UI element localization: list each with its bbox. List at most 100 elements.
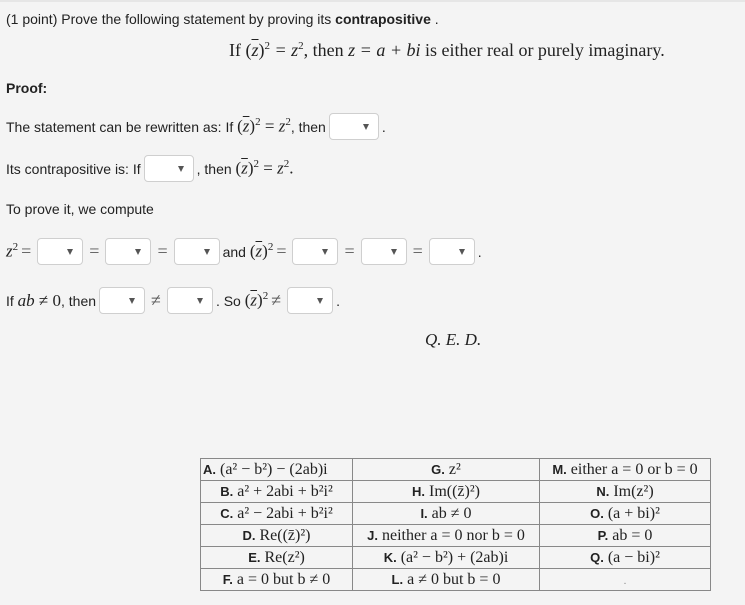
option-expression: ab ≠ 0: [427, 504, 472, 522]
options-row: A. (a² − b²) − (2ab)i G. z² M. either a = …: [200, 458, 711, 481]
option-expression: z²: [444, 460, 461, 478]
ne-left-dropdown[interactable]: [99, 287, 146, 314]
option-cell: L. a ≠ 0 but b = 0: [352, 568, 540, 591]
zbar2-step2-dropdown[interactable]: [360, 238, 407, 265]
option-cell: M. either a = 0 or b = 0: [539, 458, 711, 481]
options-row: C. a² − 2abi + b²i² I. ab ≠ 0 O. (a + bi)²: [200, 502, 711, 525]
so-ne-dropdown[interactable]: [287, 287, 334, 314]
option-expression: ab = 0: [608, 526, 653, 544]
proof-title: Proof:: [6, 80, 48, 96]
contrapositive-prefix: Its contrapositive is: If: [6, 160, 141, 177]
option-label: O.: [590, 505, 604, 521]
rewritten-prefix: The statement can be rewritten as: If: [6, 118, 234, 135]
chevron-down-icon: [129, 298, 136, 304]
qed-text: Q. E. D.: [425, 330, 482, 349]
option-cell: G. z²: [352, 458, 540, 481]
options-row: D. Re((z̄)²) J. neither a = 0 nor b = 0 P.…: [200, 524, 711, 547]
option-label: I.: [420, 505, 428, 521]
option-expression: neither a = 0 nor b = 0: [377, 526, 525, 544]
option-label: J.: [367, 527, 378, 543]
if-text: If: [6, 292, 14, 309]
then-text: , then: [61, 292, 97, 309]
option-label: F.: [222, 571, 233, 587]
proof-line-ne: If ab ≠ 0 , then ≠ . So (z)2 ≠ .: [6, 287, 340, 314]
option-expression: a² − 2abi + b²i²: [233, 504, 333, 522]
option-expression: either a = 0 or b = 0: [566, 460, 698, 478]
instruction-text: Prove the following statement by proving…: [61, 11, 332, 27]
options-row: B. a² + 2abi + b²i² H. Im((z̄)²) N. Im(z²): [200, 480, 711, 503]
options-row: E. Re(z²) K. (a² − b²) + (2ab)i Q. (a − bi…: [200, 546, 711, 569]
option-expression: a² + 2abi + b²i²: [233, 482, 333, 500]
and-text: and: [222, 243, 246, 260]
option-label: D.: [242, 527, 256, 543]
option-cell: K. (a² − b²) + (2ab)i: [352, 546, 540, 569]
option-expression: Im((z̄)²): [425, 482, 480, 500]
proof-line-rewritten: The statement can be rewritten as: If (z…: [6, 113, 386, 140]
proof-line-equations: z2 = = = and (z)2 = = = .: [6, 238, 482, 265]
option-cell: O. (a + bi)²: [539, 502, 711, 525]
header-period: .: [434, 11, 439, 27]
rewritten-then-dropdown[interactable]: [328, 113, 379, 140]
chevron-down-icon: [177, 166, 184, 172]
option-expression: Re((z̄)²): [255, 526, 311, 544]
option-label: N.: [596, 483, 610, 499]
chevron-down-icon: [135, 249, 142, 255]
option-cell: J. neither a = 0 nor b = 0: [352, 524, 540, 547]
problem-header: (1 point) Prove the following statement …: [6, 11, 439, 27]
contrapositive-if-dropdown[interactable]: [143, 155, 194, 182]
chevron-down-icon: [203, 249, 210, 255]
option-expression: (a + bi)²: [603, 504, 660, 522]
option-label: K.: [383, 549, 397, 565]
option-cell: H. Im((z̄)²): [352, 480, 540, 503]
option-label: G.: [431, 461, 445, 477]
option-cell: D. Re((z̄)²): [200, 524, 353, 547]
z2-step2-dropdown[interactable]: [105, 238, 152, 265]
option-label: A.: [203, 461, 216, 477]
option-cell: Q. (a − bi)²: [539, 546, 711, 569]
options-row: F. a = 0 but b ≠ 0 L. a ≠ 0 but b = 0.: [200, 568, 711, 591]
statement-eq: = z: [274, 40, 299, 60]
chevron-down-icon: [390, 249, 397, 255]
z2-step1-dropdown[interactable]: [37, 238, 84, 265]
ne-right-dropdown[interactable]: [166, 287, 213, 314]
chevron-down-icon: [196, 298, 203, 304]
answer-options-table: A. (a² − b²) − (2ab)i G. z² M. either a = …: [200, 458, 711, 591]
option-cell: I. ab ≠ 0: [352, 502, 540, 525]
points-label: (1 point): [6, 11, 58, 27]
option-label: H.: [412, 483, 425, 499]
proof-line-compute: To prove it, we compute: [6, 201, 154, 217]
chevron-down-icon: [67, 249, 74, 255]
option-label: L.: [391, 571, 404, 587]
so-text: . So: [215, 292, 241, 309]
option-label: C.: [220, 505, 234, 521]
option-label: Q.: [590, 549, 604, 565]
statement-if: If: [229, 40, 241, 60]
option-label: M.: [552, 461, 567, 477]
chevron-down-icon: [458, 249, 465, 255]
statement-then: , then: [303, 40, 344, 60]
option-expression: a = 0 but b ≠ 0: [232, 570, 331, 588]
option-expression: (a − bi)²: [603, 548, 660, 566]
option-cell: N. Im(z²): [539, 480, 711, 503]
chevron-down-icon: [362, 124, 369, 130]
option-expression: Re(z²): [260, 548, 305, 566]
option-cell: F. a = 0 but b ≠ 0: [200, 568, 353, 591]
option-cell: .: [539, 568, 711, 591]
option-cell: C. a² − 2abi + b²i²: [200, 502, 353, 525]
chevron-down-icon: [322, 249, 329, 255]
contrapositive-then: , then: [196, 160, 232, 177]
statement-zdef: z = a + bi: [348, 40, 421, 60]
statement-zbar: z: [251, 40, 259, 60]
option-expression: Im(z²): [609, 482, 654, 500]
contrapositive-emphasis: contrapositive: [335, 11, 431, 27]
option-label: E.: [248, 549, 261, 565]
rewritten-then: , then: [290, 118, 326, 135]
zbar2-step1-dropdown[interactable]: [292, 238, 339, 265]
option-expression: a ≠ 0 but b = 0: [403, 570, 501, 588]
option-label: B.: [220, 483, 234, 499]
zbar2-step3-dropdown[interactable]: [428, 238, 475, 265]
z2-step3-dropdown[interactable]: [173, 238, 220, 265]
option-expression: .: [623, 575, 627, 587]
statement-rest: is either real or purely imaginary.: [424, 40, 665, 60]
top-border: [0, 0, 745, 2]
